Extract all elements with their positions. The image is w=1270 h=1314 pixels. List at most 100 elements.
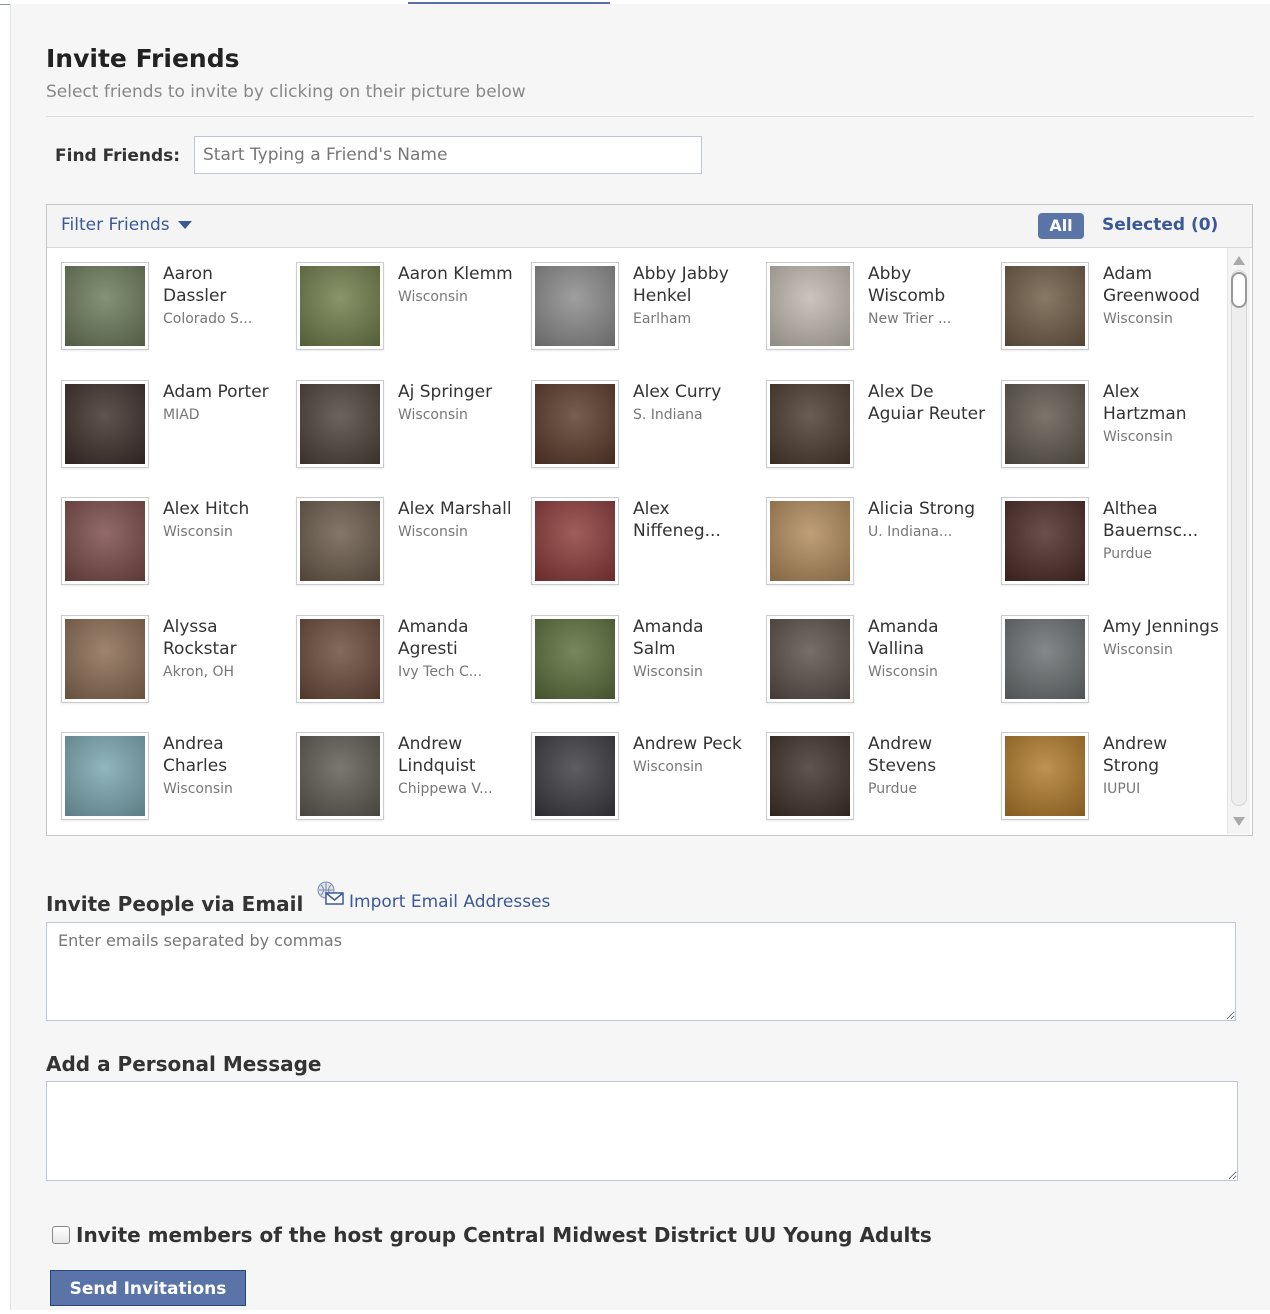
friend-name[interactable]: Alex Niffeneg...: [633, 498, 751, 542]
friend-name[interactable]: Alex De Aguiar Reuter: [868, 381, 986, 425]
friend-item[interactable]: Abby Jabby Henkel Earlham: [517, 248, 752, 358]
friend-item[interactable]: Andrew Strong IUPUI: [987, 718, 1222, 828]
friend-photo[interactable]: [1001, 262, 1089, 350]
friend-photo[interactable]: [766, 732, 854, 820]
friend-item[interactable]: Amanda Vallina Wisconsin: [752, 601, 987, 711]
friend-name[interactable]: Abby Jabby Henkel: [633, 263, 751, 307]
friend-item[interactable]: Adam Greenwood Wisconsin: [987, 248, 1222, 358]
friend-photo[interactable]: [766, 262, 854, 350]
friend-photo[interactable]: [531, 732, 619, 820]
friend-photo[interactable]: [61, 614, 149, 703]
friend-item[interactable]: Alex De Aguiar Reuter: [752, 366, 987, 476]
friend-photo[interactable]: [1001, 732, 1089, 820]
friend-name[interactable]: Andrew Strong: [1103, 733, 1221, 777]
friend-item[interactable]: Andrew Lindquist Chippewa V...: [282, 718, 517, 828]
friend-name[interactable]: Aaron Klemm: [398, 263, 516, 285]
friend-name[interactable]: Abby Wiscomb: [868, 263, 986, 307]
friend-item[interactable]: Aaron Dassler Colorado S...: [47, 248, 282, 358]
friend-name[interactable]: Andrew Stevens: [868, 733, 986, 777]
friend-photo[interactable]: [61, 262, 149, 350]
friend-name[interactable]: Alyssa Rockstar: [163, 616, 281, 660]
friend-photo[interactable]: [296, 262, 384, 350]
friend-name[interactable]: Aj Springer: [398, 381, 516, 403]
friend-item[interactable]: Andrea Charles Wisconsin: [47, 718, 282, 828]
friend-name[interactable]: Andrea Charles: [163, 733, 281, 777]
friend-item[interactable]: Adam Porter MIAD: [47, 366, 282, 476]
friend-name[interactable]: Adam Greenwood: [1103, 263, 1221, 307]
friend-name[interactable]: Alex Hitch: [163, 498, 281, 520]
friend-item[interactable]: Alicia Strong U. Indiana...: [752, 483, 987, 593]
friend-item[interactable]: Andrew Stevens Purdue: [752, 718, 987, 828]
friend-item[interactable]: Aaron Klemm Wisconsin: [282, 248, 517, 358]
friend-item[interactable]: Alyssa Rockstar Akron, OH: [47, 601, 282, 711]
find-friends-input[interactable]: [194, 136, 702, 174]
friend-photo[interactable]: [296, 732, 384, 820]
friend-photo[interactable]: [531, 262, 619, 350]
filter-friends-dropdown[interactable]: Filter Friends: [61, 215, 192, 235]
friend-item[interactable]: Andrew Peck Wisconsin: [517, 718, 752, 828]
friend-photo[interactable]: [296, 614, 384, 703]
friend-item[interactable]: Amanda Salm Wisconsin: [517, 601, 752, 711]
email-addresses-field[interactable]: [46, 922, 1236, 1021]
friend-item[interactable]: Abby Wiscomb New Trier ...: [752, 248, 987, 358]
friend-item[interactable]: Amanda Agresti Ivy Tech C...: [282, 601, 517, 711]
friend-info: Alex Niffeneg...: [633, 498, 751, 542]
scroll-up-icon[interactable]: [1233, 256, 1245, 265]
friend-photo-image: [300, 501, 380, 581]
friend-photo[interactable]: [296, 379, 384, 468]
friend-item[interactable]: Aj Springer Wisconsin: [282, 366, 517, 476]
friend-photo[interactable]: [531, 379, 619, 468]
friend-photo[interactable]: [61, 379, 149, 468]
friend-info: Andrew Lindquist Chippewa V...: [398, 733, 516, 801]
friend-info: Aj Springer Wisconsin: [398, 381, 516, 427]
friend-name[interactable]: Amanda Agresti: [398, 616, 516, 660]
friend-photo[interactable]: [296, 497, 384, 585]
friend-name[interactable]: Alex Curry: [633, 381, 751, 403]
friend-info: Amanda Vallina Wisconsin: [868, 616, 986, 684]
friend-name[interactable]: Amy Jennings: [1103, 616, 1221, 638]
friend-photo[interactable]: [766, 379, 854, 468]
friend-item[interactable]: Amy Jennings Wisconsin: [987, 601, 1222, 711]
scroll-thumb[interactable]: [1231, 272, 1247, 308]
friend-info: Alex De Aguiar Reuter: [868, 381, 986, 425]
import-contacts-icon[interactable]: [315, 880, 345, 910]
friend-photo[interactable]: [531, 614, 619, 703]
friend-name[interactable]: Andrew Peck: [633, 733, 751, 755]
scroll-down-icon[interactable]: [1233, 817, 1245, 826]
send-invitations-button[interactable]: Send Invitations: [50, 1270, 246, 1306]
host-group-label[interactable]: Invite members of the host group Central…: [76, 1223, 932, 1247]
friend-photo[interactable]: [1001, 379, 1089, 468]
host-group-checkbox[interactable]: [52, 1226, 70, 1244]
friend-name[interactable]: Adam Porter: [163, 381, 281, 403]
friend-name[interactable]: Alicia Strong: [868, 498, 986, 520]
friend-name[interactable]: Aaron Dassler: [163, 263, 281, 307]
filter-all-button[interactable]: All: [1038, 213, 1084, 239]
friend-item[interactable]: Althea Bauernsc... Purdue: [987, 483, 1222, 593]
friend-photo[interactable]: [1001, 497, 1089, 585]
friend-name[interactable]: Amanda Vallina: [868, 616, 986, 660]
scroll-track[interactable]: [1231, 270, 1247, 806]
friend-photo[interactable]: [531, 497, 619, 585]
friend-photo[interactable]: [766, 497, 854, 585]
friend-grid-scrollbar[interactable]: [1227, 248, 1250, 834]
friend-info: Adam Greenwood Wisconsin: [1103, 263, 1221, 331]
friend-item[interactable]: Alex Marshall Wisconsin: [282, 483, 517, 593]
friend-photo-image: [1005, 266, 1085, 346]
friend-item[interactable]: Alex Niffeneg...: [517, 483, 752, 593]
friend-item[interactable]: Alex Hartzman Wisconsin: [987, 366, 1222, 476]
friend-item[interactable]: Alex Hitch Wisconsin: [47, 483, 282, 593]
friend-name[interactable]: Alex Marshall: [398, 498, 516, 520]
personal-message-field[interactable]: [46, 1081, 1238, 1181]
filter-selected-link[interactable]: Selected (0): [1102, 215, 1218, 235]
friend-photo[interactable]: [1001, 614, 1089, 703]
friend-name[interactable]: Althea Bauernsc...: [1103, 498, 1221, 542]
friend-item[interactable]: Alex Curry S. Indiana: [517, 366, 752, 476]
friend-photo[interactable]: [61, 732, 149, 820]
import-email-addresses-link[interactable]: Import Email Addresses: [349, 892, 550, 912]
friend-photo[interactable]: [61, 497, 149, 585]
friend-name[interactable]: Alex Hartzman: [1103, 381, 1221, 425]
friend-name[interactable]: Amanda Salm: [633, 616, 751, 660]
friend-photo[interactable]: [766, 614, 854, 703]
friend-name[interactable]: Andrew Lindquist: [398, 733, 516, 777]
personal-message-heading: Add a Personal Message: [46, 1052, 322, 1076]
